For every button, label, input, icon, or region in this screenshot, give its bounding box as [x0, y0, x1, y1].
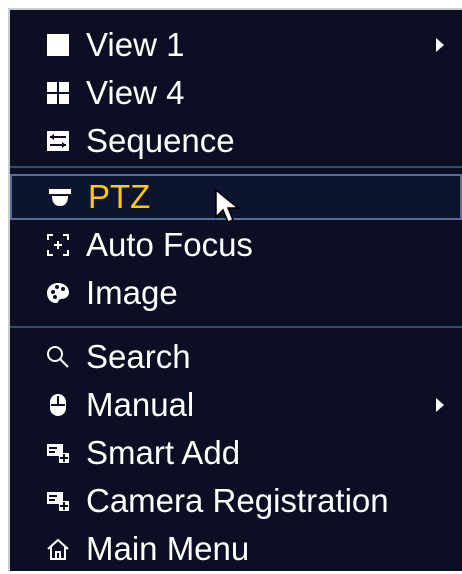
dome-camera-icon	[48, 185, 72, 209]
mouse-icon	[46, 393, 70, 417]
camera-registration-icon	[46, 489, 70, 513]
menu-item-camera-registration[interactable]: Camera Registration	[10, 478, 462, 524]
menu-item-label: Main Menu	[86, 530, 250, 567]
search-icon	[46, 345, 70, 369]
menu-item-view-1[interactable]: View 1	[10, 22, 462, 68]
sequence-icon	[46, 129, 70, 153]
menu-item-smart-add[interactable]: Smart Add	[10, 430, 462, 476]
menu-item-label: View 1	[86, 26, 185, 63]
grid-four-icon	[46, 81, 70, 105]
submenu-arrow-icon	[436, 38, 444, 52]
menu-item-manual[interactable]: Manual	[10, 382, 462, 428]
smart-add-icon	[46, 441, 70, 465]
menu-item-view-4[interactable]: View 4	[10, 70, 462, 116]
palette-icon	[46, 281, 70, 305]
menu-item-search[interactable]: Search	[10, 334, 462, 380]
focus-icon	[46, 233, 70, 257]
square-icon	[46, 33, 70, 57]
menu-divider	[10, 166, 462, 168]
menu-item-sequence[interactable]: Sequence	[10, 118, 462, 164]
submenu-arrow-icon	[436, 398, 444, 412]
home-icon	[46, 537, 70, 561]
menu-item-label: View 4	[86, 74, 185, 111]
menu-item-main-menu[interactable]: Main Menu	[10, 526, 462, 572]
context-menu: View 1 View 4 Sequence PTZ Auto Focus Im…	[8, 8, 462, 571]
mouse-cursor-icon	[215, 189, 241, 223]
menu-item-label: Camera Registration	[86, 482, 389, 519]
menu-item-label: Smart Add	[86, 434, 241, 471]
menu-item-label: Manual	[86, 386, 195, 423]
menu-item-label: Image	[86, 274, 178, 311]
menu-item-label: Auto Focus	[86, 226, 253, 263]
menu-item-label: PTZ	[88, 178, 151, 215]
menu-item-image[interactable]: Image	[10, 270, 462, 316]
menu-divider	[10, 326, 462, 328]
menu-item-label: Sequence	[86, 122, 235, 159]
menu-item-label: Search	[86, 338, 191, 375]
